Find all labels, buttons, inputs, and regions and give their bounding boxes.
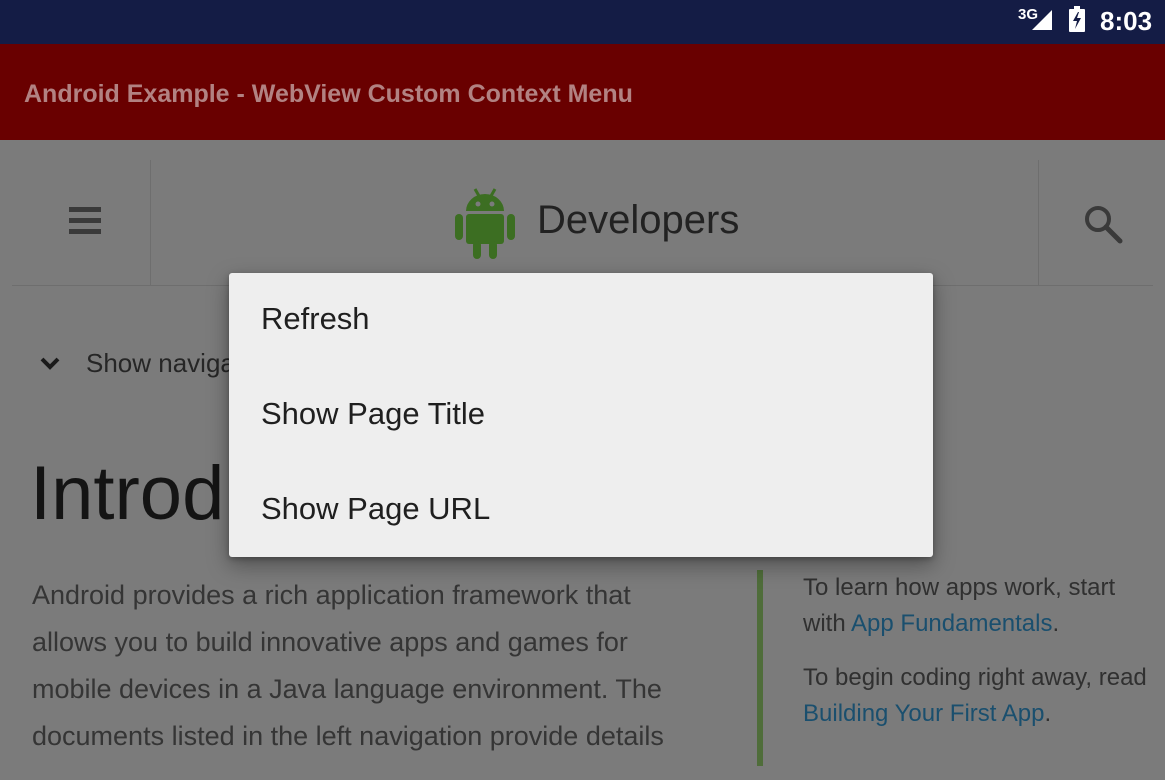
- menu-item-refresh[interactable]: Refresh: [229, 273, 933, 367]
- menu-item-show-page-title[interactable]: Show Page Title: [229, 368, 933, 462]
- status-clock: 8:03: [1100, 6, 1153, 36]
- callout-accent-bar: [757, 570, 763, 766]
- intro-line: mobile devices in a Java language enviro…: [32, 674, 662, 704]
- building-first-app-link[interactable]: Building Your First App: [803, 700, 1045, 727]
- callout-text: .: [1044, 700, 1052, 727]
- menu-item-label: Show Page URL: [261, 491, 491, 526]
- menu-item-label: Refresh: [261, 301, 370, 336]
- battery-charging-icon: [1069, 6, 1085, 32]
- intro-line: Android provides a rich application fram…: [32, 580, 631, 610]
- app-bar: Android Example - WebView Custom Context…: [0, 44, 1165, 140]
- intro-paragraph: Android provides a rich application fram…: [32, 572, 722, 760]
- callout-paragraph: To begin coding right away, read Buildin…: [803, 660, 1163, 732]
- context-menu: Refresh Show Page Title Show Page URL: [229, 273, 933, 557]
- app-fundamentals-link[interactable]: App Fundamentals: [851, 610, 1052, 637]
- cellular-signal-icon: [1032, 10, 1052, 30]
- callout-text: To begin coding right away, read: [803, 664, 1147, 691]
- callout-box: To learn how apps work, start with App F…: [803, 570, 1163, 750]
- chevron-down-icon: [40, 357, 60, 370]
- app-title: Android Example - WebView Custom Context…: [24, 80, 633, 108]
- site-header: Developers: [12, 140, 1153, 286]
- menu-item-label: Show Page Title: [261, 396, 486, 431]
- header-divider: [150, 160, 151, 286]
- callout-text: .: [1052, 610, 1060, 637]
- header-divider: [1038, 160, 1039, 286]
- search-icon[interactable]: [1083, 204, 1123, 244]
- android-robot-icon[interactable]: [453, 185, 517, 259]
- hamburger-icon[interactable]: [69, 207, 101, 235]
- menu-item-show-page-url[interactable]: Show Page URL: [229, 463, 933, 557]
- intro-line: documents listed in the left navigation …: [32, 721, 664, 751]
- brand-label[interactable]: Developers: [537, 198, 739, 243]
- intro-line: allows you to build innovative apps and …: [32, 627, 628, 657]
- callout-paragraph: To learn how apps work, start with App F…: [803, 570, 1163, 642]
- status-bar: 3G 8:03: [0, 0, 1165, 44]
